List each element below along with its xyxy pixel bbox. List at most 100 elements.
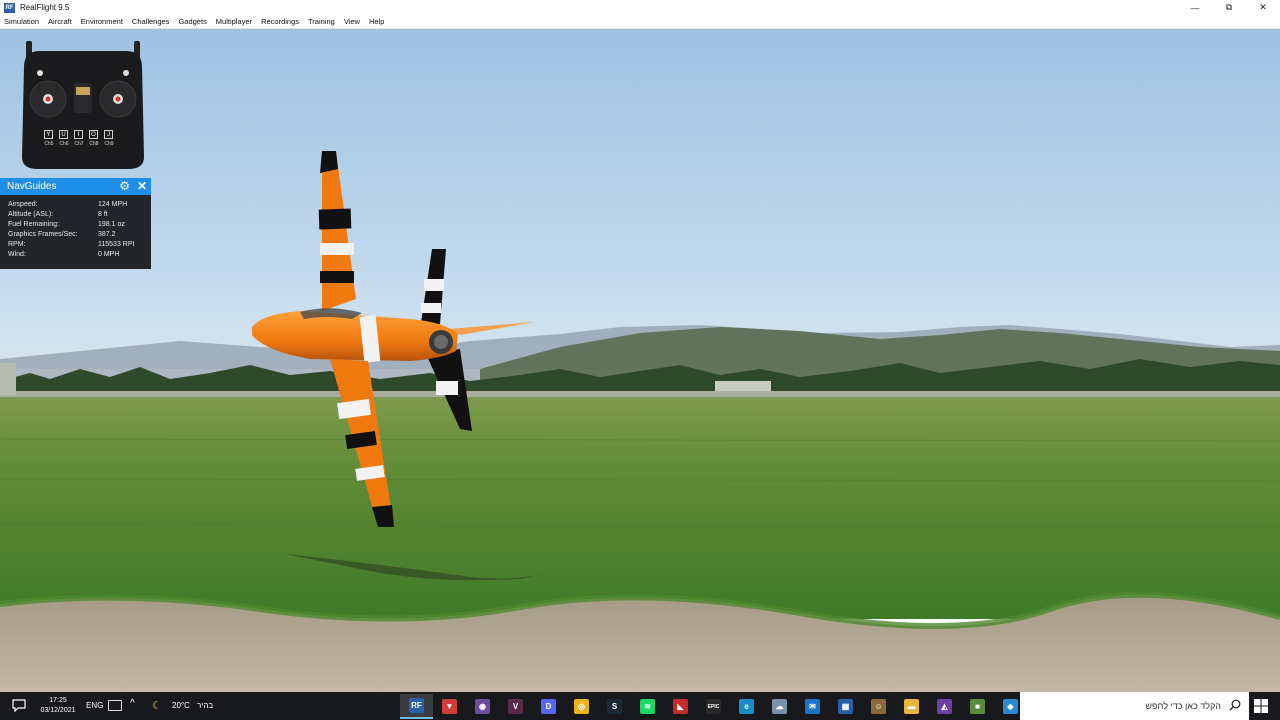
taskbar-app-app-red[interactable]: ▼: [433, 694, 466, 719]
menu-view[interactable]: View: [340, 17, 365, 26]
scene-graphic: [0, 29, 1280, 692]
notification-icon[interactable]: [12, 699, 26, 712]
readout-altitude: Altitude (ASL): 8 ft: [8, 211, 151, 221]
search-box[interactable]: הקלד כאן כדי לחפש: [1020, 692, 1249, 720]
taskbar-app-app-resolve[interactable]: V: [499, 694, 532, 719]
minecraft-icon: ■: [970, 699, 985, 714]
readout-value: 124 MPH: [98, 201, 128, 208]
app-flag-icon: ◣: [673, 699, 688, 714]
taskbar: 17:25 03/12/2021 ENG ^ ☾ 20°C בהיר RF ▼ ◉ V…: [0, 692, 1280, 720]
spotify-icon: ≋: [640, 699, 655, 714]
readout-fps: Graphics Frames/Sec: 387.2: [8, 231, 151, 241]
menu-gadgets[interactable]: Gadgets: [174, 17, 211, 26]
menu-environment[interactable]: Environment: [77, 17, 128, 26]
app-icon: RF: [4, 2, 15, 13]
navguides-title: NavGuides: [7, 181, 57, 192]
switch-o: O: [89, 130, 98, 139]
menu-simulation[interactable]: Simulation: [0, 17, 44, 26]
window-controls: — ⧉ ✕: [1178, 0, 1280, 15]
readout-label: Wind:: [8, 251, 26, 258]
title-bar: RF RealFlight 9.5 — ⧉ ✕: [0, 0, 1280, 15]
minimize-button[interactable]: —: [1178, 0, 1212, 15]
gear-icon[interactable]: ⚙: [119, 179, 130, 193]
menu-bar: Simulation Aircraft Environment Challeng…: [0, 15, 1280, 29]
channel-row: Ch5 Ch6 Ch7 Ch8 Ch9: [43, 141, 115, 147]
switch-row: Y U I O J: [44, 130, 113, 139]
readout-value: 0 MPH: [98, 251, 120, 258]
maximize-button[interactable]: ⧉: [1212, 0, 1246, 15]
taskbar-app-chrome[interactable]: ◎: [565, 694, 598, 719]
readout-label: Altitude (ASL):: [8, 211, 54, 218]
store-icon: ▦: [838, 699, 853, 714]
windows-start-icon[interactable]: [1254, 699, 1268, 713]
weather-condition[interactable]: בהיר: [197, 701, 213, 710]
taskbar-app-steam[interactable]: S: [598, 694, 631, 719]
weather-temperature[interactable]: 20°C: [172, 701, 190, 710]
switch-j: J: [104, 130, 113, 139]
menu-challenges[interactable]: Challenges: [128, 17, 175, 26]
menu-recordings[interactable]: Recordings: [257, 17, 304, 26]
moon-icon[interactable]: ☾: [152, 699, 162, 712]
menu-help[interactable]: Help: [365, 17, 389, 26]
clock-time: 17:25: [49, 697, 67, 704]
taskbar-app-edge[interactable]: e: [730, 694, 763, 719]
readout-value: 198.1 oz: [98, 221, 125, 228]
taskbar-app-file-explorer[interactable]: ▬: [895, 694, 928, 719]
taskbar-app-realflight[interactable]: RF: [400, 694, 433, 719]
switch-y: Y: [44, 130, 53, 139]
file-explorer-icon: ▬: [904, 699, 919, 714]
taskbar-app-app-flag[interactable]: ◣: [664, 694, 697, 719]
search-placeholder: הקלד כאן כדי לחפש: [1145, 701, 1221, 711]
taskbar-app-app-people[interactable]: ☺: [862, 694, 895, 719]
readout-value: 115533 RPI: [98, 241, 135, 248]
window-title: RealFlight 9.5: [20, 3, 70, 12]
taskbar-app-minecraft[interactable]: ■: [961, 694, 994, 719]
menu-training[interactable]: Training: [304, 17, 340, 26]
app-davinci-icon: ◉: [475, 699, 490, 714]
readout-value: 387.2: [98, 231, 116, 238]
menu-aircraft[interactable]: Aircraft: [44, 17, 77, 26]
navguides-header[interactable]: NavGuides ⚙ ✕: [0, 178, 151, 195]
dirt-road: [0, 594, 1280, 692]
transmitter-gadget[interactable]: Y U I O J Ch5 Ch6 Ch7 Ch8 Ch9: [18, 37, 148, 169]
taskbar-app-app-cloud[interactable]: ☁: [763, 694, 796, 719]
chevron-up-icon[interactable]: ^: [130, 698, 135, 709]
sky: [0, 29, 1280, 369]
switch-i: I: [74, 130, 83, 139]
hangar: [715, 381, 771, 391]
channel-label: Ch6: [59, 141, 69, 147]
readout-label: Fuel Remaining:: [8, 221, 59, 228]
grass-field: [0, 397, 1280, 619]
close-button[interactable]: ✕: [1246, 0, 1280, 15]
app-visualstudio-icon: ◭: [937, 699, 952, 714]
app-cloud-icon: ☁: [772, 699, 787, 714]
readout-label: Airspeed:: [8, 201, 38, 208]
chrome-icon: ◎: [574, 699, 589, 714]
readout-value: 8 ft: [98, 211, 108, 218]
realflight-icon: RF: [409, 698, 424, 713]
readout-wind: Wind: 0 MPH: [8, 251, 151, 261]
mail-icon: ✉: [805, 699, 820, 714]
taskbar-app-app-visualstudio[interactable]: ◭: [928, 694, 961, 719]
readout-label: RPM:: [8, 241, 26, 248]
language-indicator[interactable]: ENG: [86, 701, 103, 710]
taskbar-apps: RF ▼ ◉ V D ◎ S ≋ ◣ EPIC e ☁ ✉ ▦ ☺ ▬ ◭ ■ ◆: [400, 694, 1027, 719]
taskbar-app-mail[interactable]: ✉: [796, 694, 829, 719]
close-icon[interactable]: ✕: [137, 179, 147, 193]
taskbar-app-discord[interactable]: D: [532, 694, 565, 719]
keyboard-icon[interactable]: [108, 700, 122, 711]
app-maps-icon: ◆: [1003, 699, 1018, 714]
taskbar-app-store[interactable]: ▦: [829, 694, 862, 719]
channel-label: Ch8: [89, 141, 99, 147]
taskbar-app-app-davinci[interactable]: ◉: [466, 694, 499, 719]
transmitter-icon: [22, 41, 144, 169]
taskbar-app-spotify[interactable]: ≋: [631, 694, 664, 719]
readout-fuel: Fuel Remaining: 198.1 oz: [8, 221, 151, 231]
simulation-viewport[interactable]: Y U I O J Ch5 Ch6 Ch7 Ch8 Ch9 NavGuides …: [0, 29, 1280, 692]
taskbar-clock[interactable]: 17:25 03/12/2021: [38, 696, 78, 716]
menu-multiplayer[interactable]: Multiplayer: [212, 17, 257, 26]
channel-label: Ch7: [74, 141, 84, 147]
epic-games-icon: EPIC: [706, 699, 721, 714]
taskbar-app-epic-games[interactable]: EPIC: [697, 694, 730, 719]
discord-icon: D: [541, 699, 556, 714]
